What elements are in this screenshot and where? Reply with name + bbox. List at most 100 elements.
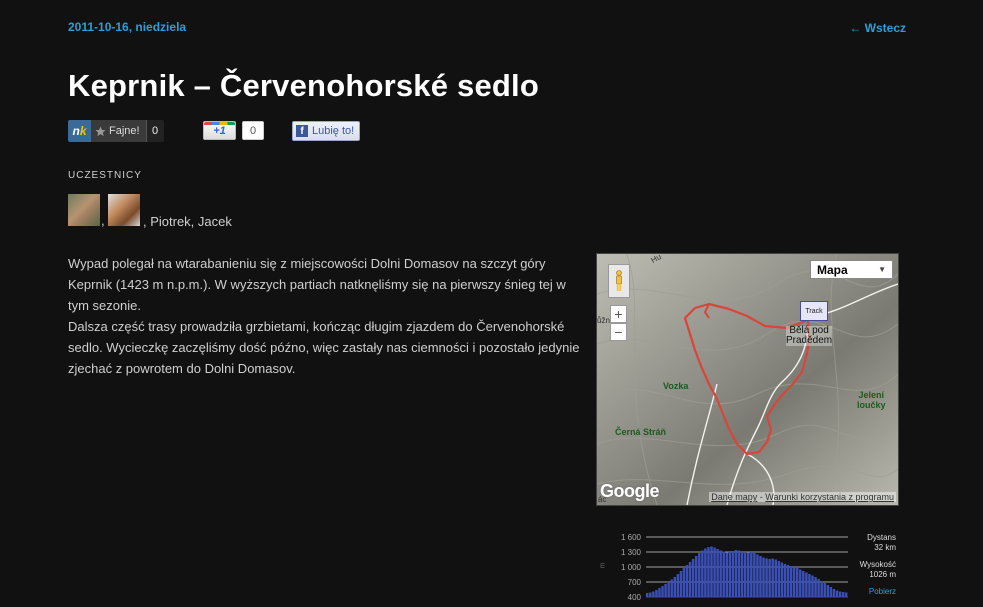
- elevation-bar: [731, 551, 735, 597]
- altitude-stat: Wysokość 1026 m: [860, 560, 896, 580]
- elevation-bar: [661, 586, 664, 597]
- elevation-bar: [704, 548, 707, 597]
- elevation-bar: [701, 550, 704, 597]
- nk-like-label: Fajne!: [109, 125, 140, 137]
- post-date[interactable]: 2011-10-16, niedziela: [68, 20, 186, 34]
- place-label-jeleni: Jelení loučky: [857, 390, 886, 410]
- zoom-in-button[interactable]: +: [610, 305, 627, 323]
- elevation-bar: [722, 551, 725, 597]
- elevation-bar: [844, 592, 848, 597]
- elevation-bar: [694, 556, 698, 597]
- distance-value: 32 km: [874, 543, 896, 552]
- map-terms: Dane mapy - Warunki korzystania z progra…: [709, 492, 896, 502]
- elevation-bar: [841, 592, 845, 597]
- elevation-bar: [658, 588, 661, 597]
- elevation-bar: [649, 592, 652, 597]
- back-link[interactable]: ← Wstecz: [849, 21, 906, 35]
- avatar-separator: ,: [101, 213, 105, 228]
- elevation-bar: [688, 562, 692, 597]
- elevation-bar: [725, 552, 729, 597]
- elevation-bar: [646, 593, 649, 597]
- elevation-bar: [832, 589, 836, 597]
- elevation-bar: [710, 546, 713, 597]
- elevation-bar: [774, 559, 778, 597]
- facebook-like-label: Lubię to!: [312, 125, 355, 137]
- nk-logo-n: n: [72, 124, 80, 138]
- track-marker[interactable]: Track: [800, 301, 828, 321]
- zoom-out-button[interactable]: −: [610, 323, 627, 341]
- elevation-bar: [719, 550, 722, 597]
- elevation-bar: [795, 568, 799, 597]
- elevation-bar: [808, 574, 811, 597]
- map-terms-link[interactable]: Warunki korzystania z programu: [765, 492, 894, 502]
- chevron-down-icon: ▼: [878, 265, 886, 274]
- description-paragraph: Wypad polegał na wtarabanieniu się z mie…: [68, 256, 566, 313]
- nk-like-button[interactable]: nk Fajne! 0: [68, 120, 164, 142]
- elevation-profile: [646, 536, 848, 598]
- gplus-button[interactable]: +1: [203, 121, 236, 140]
- nk-logo-k: k: [79, 124, 87, 138]
- altitude-label: Wysokość: [859, 560, 896, 569]
- star-icon: [95, 126, 106, 136]
- elevation-bar: [737, 550, 741, 597]
- elevation-bar: [756, 554, 759, 597]
- elevation-bar: [747, 552, 750, 597]
- nk-like-count: 0: [145, 120, 164, 142]
- elevation-bar: [805, 572, 808, 597]
- route-map[interactable]: + − Mapa ▼ Track Bělá pod Pradědem Vozka…: [596, 253, 899, 506]
- elevation-bar: [740, 552, 744, 597]
- pegman-icon[interactable]: [608, 264, 630, 298]
- place-label-cerna: Černá Stráň: [615, 427, 667, 437]
- elevation-bar: [765, 558, 768, 597]
- participants-heading: UCZESTNICY: [68, 170, 142, 181]
- elevation-bar: [759, 556, 762, 597]
- avatar[interactable]: [68, 194, 100, 226]
- elevation-bar: [792, 567, 796, 597]
- elevation-bar: [734, 550, 738, 597]
- distance-stat: Dystans 32 km: [867, 533, 896, 553]
- elevation-bar: [817, 579, 820, 597]
- elevation-bar: [820, 581, 823, 597]
- elevation-bar: [789, 566, 793, 597]
- avatar[interactable]: [108, 194, 140, 226]
- elevation-bar: [716, 549, 719, 597]
- elevation-bar: [829, 587, 833, 597]
- elevation-bar: [707, 547, 710, 597]
- map-data-link[interactable]: Dane mapy: [711, 492, 757, 502]
- place-label-vozka: Vozka: [663, 381, 689, 391]
- elevation-bar: [771, 558, 774, 597]
- gplus-widget: +1 0: [203, 121, 264, 140]
- elevation-bar: [664, 584, 667, 597]
- elevation-bar: [835, 590, 839, 597]
- google-logo[interactable]: Google: [600, 481, 660, 502]
- elevation-bar: [743, 553, 747, 597]
- page-title: Keprnik – Červenohorské sedlo: [68, 68, 539, 103]
- elevation-bar: [780, 562, 784, 597]
- map-type-value: Mapa: [817, 262, 848, 277]
- gplus-count: 0: [242, 121, 264, 140]
- elevation-chart: m 1 600 1 300 1 000 700 400 Dystans 32 k…: [596, 530, 897, 607]
- elevation-bar: [802, 571, 805, 597]
- elevation-bar: [823, 583, 826, 597]
- elevation-bar: [652, 591, 655, 597]
- facebook-like-button[interactable]: f Lubię to!: [292, 121, 361, 141]
- elevation-bar: [750, 552, 753, 597]
- altitude-value: 1026 m: [869, 570, 896, 579]
- elevation-bar: [762, 557, 765, 597]
- facebook-icon: f: [296, 125, 308, 137]
- elevation-bar: [783, 564, 787, 597]
- map-edge-label: ůžn: [597, 316, 610, 325]
- elevation-bar: [777, 561, 781, 597]
- distance-label: Dystans: [867, 533, 896, 542]
- elevation-bar: [682, 568, 686, 597]
- elevation-bar: [728, 552, 732, 597]
- elevation-bar: [685, 565, 689, 597]
- nk-like-label-box: Fajne!: [91, 120, 146, 142]
- elevation-bar: [655, 590, 658, 597]
- elevation-bar: [753, 553, 756, 597]
- map-type-select[interactable]: Mapa ▼: [810, 260, 893, 279]
- elevation-bar: [679, 571, 683, 597]
- elevation-bar: [786, 565, 790, 597]
- elevation-bar: [768, 559, 771, 597]
- download-link[interactable]: Pobierz: [869, 587, 896, 596]
